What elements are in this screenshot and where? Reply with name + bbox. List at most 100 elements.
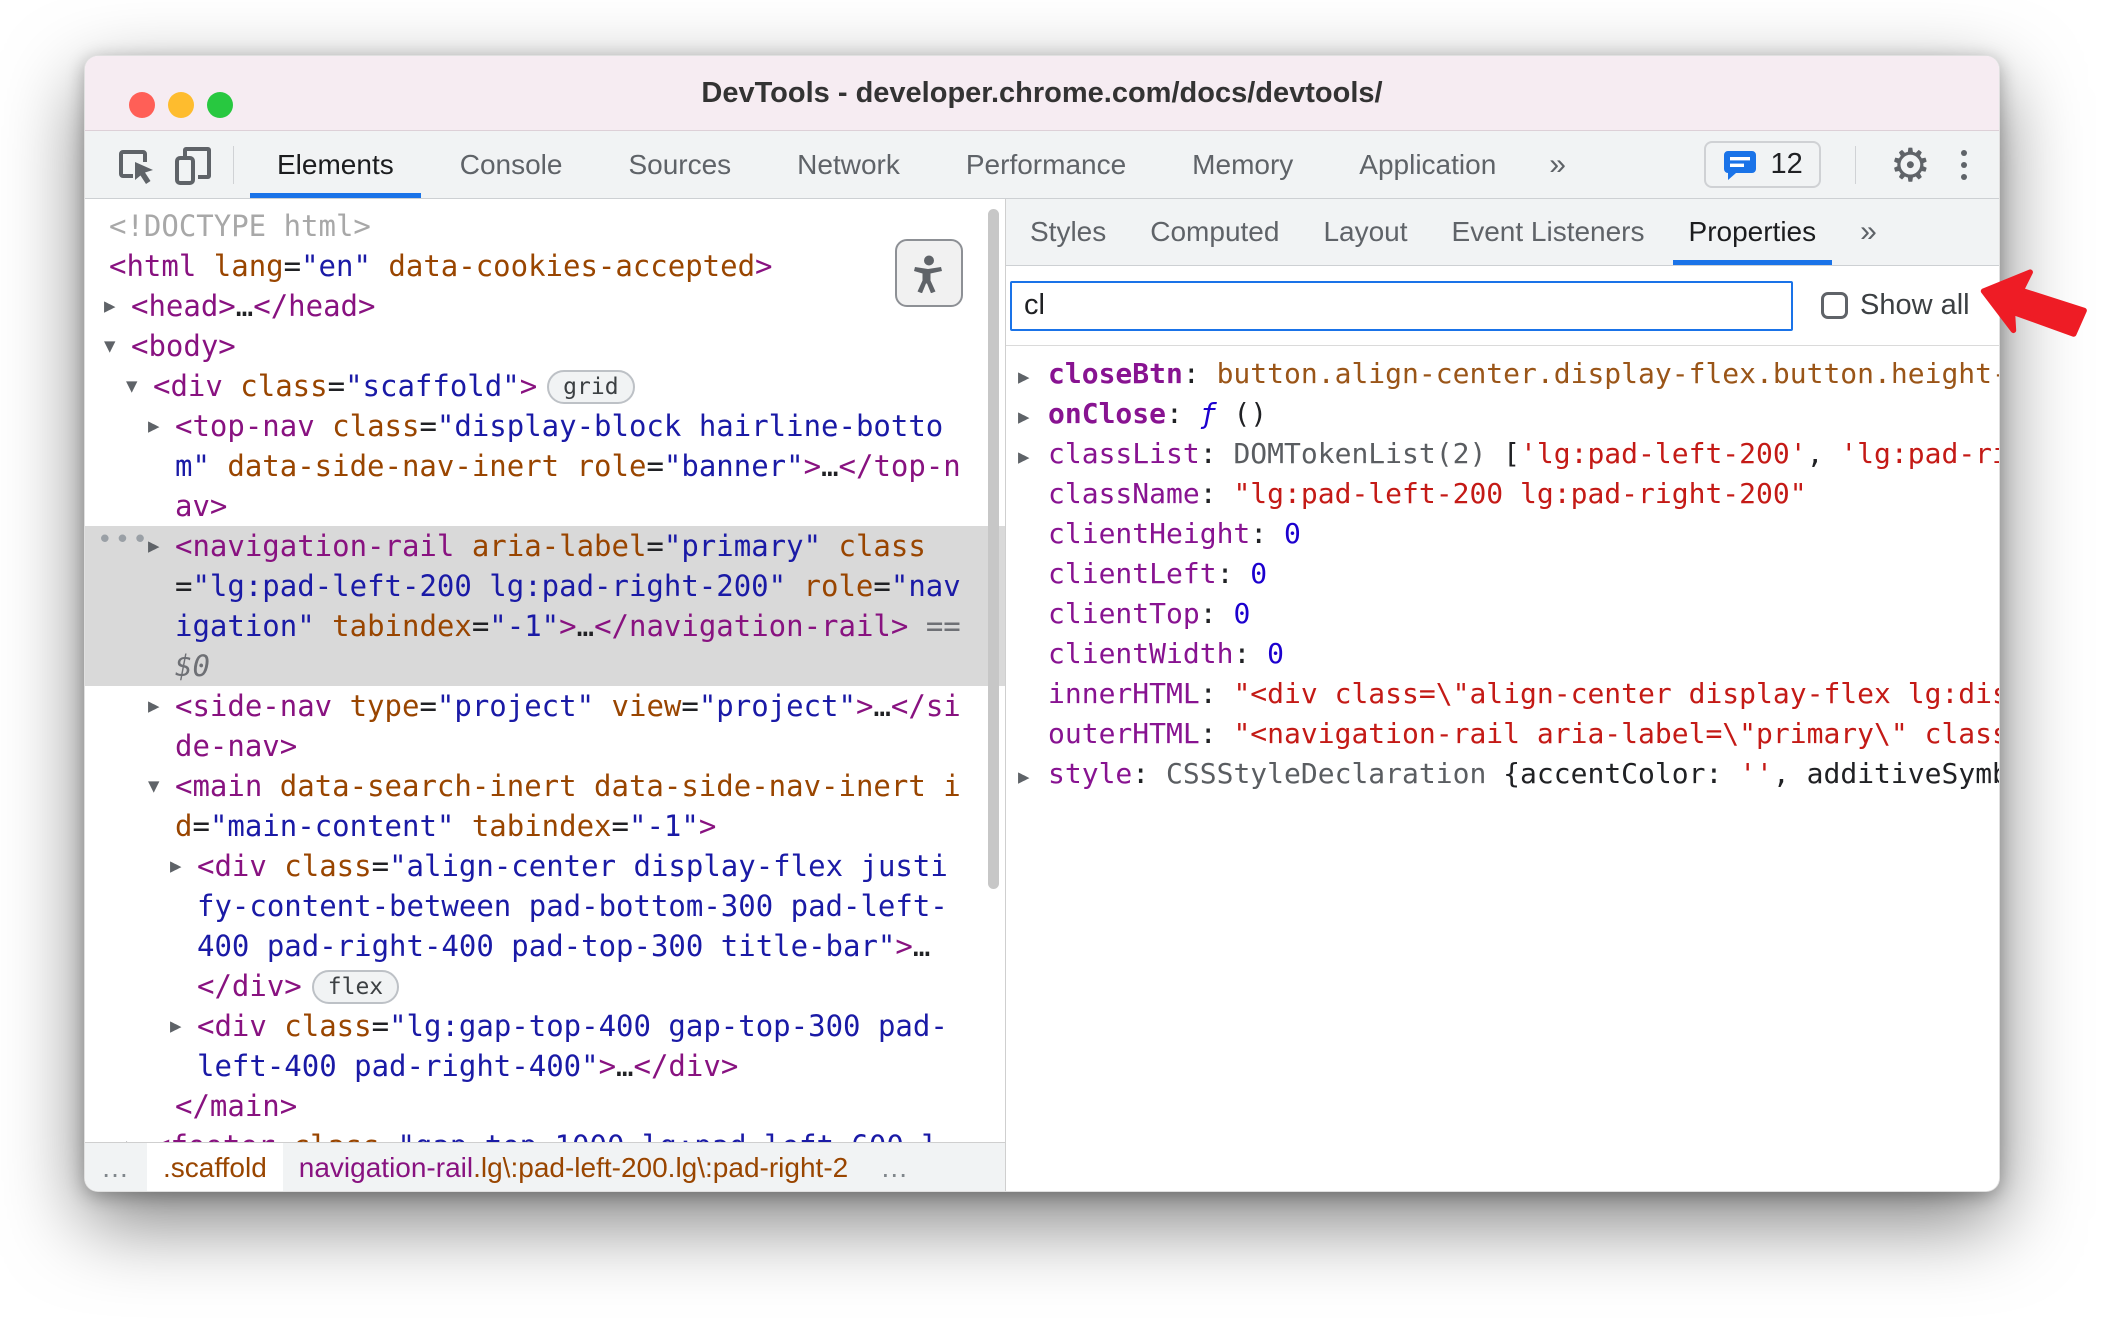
- token-val: "main-content": [209, 809, 455, 843]
- sidebar-tab-properties[interactable]: Properties: [1667, 199, 1839, 265]
- show-all-label[interactable]: Show all: [1860, 289, 1970, 322]
- dom-tree-row[interactable]: </main>: [85, 1086, 1005, 1126]
- sidebar-tab-more-chevron-icon[interactable]: »: [1838, 199, 1899, 265]
- dom-tree-row[interactable]: ▶ <head>…</head>: [85, 286, 1005, 326]
- expand-arrow-icon[interactable]: ▶: [1018, 437, 1048, 474]
- token-attr: class: [222, 369, 328, 403]
- tab-application[interactable]: Application: [1326, 131, 1529, 198]
- property-row[interactable]: ▶ closeBtn: button.align-center.display-f…: [1018, 354, 1999, 394]
- expand-arrow-icon[interactable]: ▶: [148, 406, 159, 446]
- property-row[interactable]: ▶ classList: DOMTokenList(2) ['lg:pad-lef…: [1018, 434, 1999, 474]
- expand-arrow-icon[interactable]: ▶: [126, 1126, 137, 1142]
- token-gray: <!DOCTYPE html>: [109, 209, 371, 243]
- tab-sources[interactable]: Sources: [595, 131, 764, 198]
- elements-scrollbar-thumb[interactable]: [988, 209, 999, 889]
- tab-console[interactable]: Console: [427, 131, 596, 198]
- collapse-arrow-icon[interactable]: ▼: [148, 766, 159, 806]
- expand-arrow-icon[interactable]: ▶: [1018, 357, 1048, 394]
- token-nb: closeBtn: [1048, 357, 1183, 390]
- tab-performance[interactable]: Performance: [933, 131, 1159, 198]
- token-attr: data-search-inert: [262, 769, 577, 803]
- crumb-scaffold[interactable]: .scaffold: [147, 1143, 283, 1191]
- property-row[interactable]: clientTop: 0: [1018, 594, 1999, 634]
- inspect-element-icon[interactable]: [107, 139, 165, 191]
- settings-gear-icon[interactable]: ⚙: [1890, 142, 1931, 188]
- device-toolbar-icon[interactable]: [165, 139, 223, 191]
- dom-tree-row[interactable]: ▼ <body>: [85, 326, 1005, 366]
- token-str: 'lg:pad-right-200': [1840, 437, 1999, 470]
- flex-badge[interactable]: flex: [311, 970, 400, 1004]
- token-tag: >: [803, 449, 822, 483]
- token-d: …: [873, 689, 891, 723]
- dom-tree-row[interactable]: <!DOCTYPE html>: [85, 206, 1005, 246]
- minimize-window-button[interactable]: [168, 92, 194, 118]
- property-row[interactable]: outerHTML: "<navigation-rail aria-label=…: [1018, 714, 1999, 754]
- collapse-arrow-icon[interactable]: ▼: [126, 366, 137, 406]
- property-row[interactable]: clientHeight: 0: [1018, 514, 1999, 554]
- token-attr: .scaffold: [163, 1152, 267, 1183]
- sidebar-tab-event-listeners[interactable]: Event Listeners: [1430, 199, 1667, 265]
- devtools-main-toolbar: Elements Console Sources Network Performance…: [85, 131, 1999, 199]
- dom-tree-row[interactable]: ▶ <top-nav class="display-block hairline-…: [85, 406, 1005, 526]
- dom-tree-row[interactable]: ▶ <div class="lg:gap-top-400 gap-top-300 …: [85, 1006, 1005, 1086]
- token-attr: .lg\:pad-left-200.lg\:pad-right-2: [473, 1152, 849, 1183]
- tab-memory[interactable]: Memory: [1159, 131, 1326, 198]
- token-attr: lang: [196, 249, 284, 283]
- accessibility-overlay-button[interactable]: [895, 239, 963, 307]
- properties-filter-input[interactable]: [1010, 280, 1793, 331]
- toolbar-icons: [85, 131, 244, 198]
- tab-network[interactable]: Network: [764, 131, 933, 198]
- token-tag: <side-nav: [175, 689, 333, 723]
- dom-tree-row[interactable]: ▼ <main data-search-inert data-side-nav-i…: [85, 766, 1005, 846]
- grid-badge[interactable]: grid: [547, 370, 635, 404]
- crumb-navigation-rail[interactable]: navigation-rail .lg\:pad-left-200.lg\:pad…: [283, 1143, 864, 1191]
- tab-elements[interactable]: Elements: [244, 131, 427, 198]
- close-window-button[interactable]: [129, 92, 155, 118]
- show-all-checkbox[interactable]: [1821, 292, 1848, 319]
- breadcrumb-left-ellipsis[interactable]: …: [85, 1143, 147, 1191]
- token-d: =: [175, 569, 193, 603]
- expand-arrow-icon[interactable]: ▶: [148, 686, 159, 726]
- token-n: clientHeight: [1048, 517, 1251, 550]
- more-options-kebab-icon[interactable]: [1955, 144, 1973, 186]
- dom-tree-row-selected[interactable]: ••• ▶ <navigation-rail aria-label="primary…: [85, 525, 1005, 686]
- token-attr: class: [275, 1129, 380, 1142]
- property-row[interactable]: clientLeft: 0: [1018, 554, 1999, 594]
- sidebar-tab-styles[interactable]: Styles: [1008, 199, 1128, 265]
- dom-tree-row[interactable]: <html lang="en" data-cookies-accepted>: [85, 246, 1005, 286]
- zoom-window-button[interactable]: [207, 92, 233, 118]
- property-row[interactable]: innerHTML: "<div class=\"align-center di…: [1018, 674, 1999, 714]
- property-row[interactable]: className: "lg:pad-left-200 lg:pad-right…: [1018, 474, 1999, 514]
- token-d: :: [1132, 757, 1167, 790]
- dom-tree-row[interactable]: ▶<footer class="gap-top-1000 lg:pad-left…: [85, 1126, 1005, 1142]
- token-attr: tabindex: [454, 809, 612, 843]
- token-d: :: [1182, 357, 1217, 390]
- property-row[interactable]: clientWidth: 0: [1018, 634, 1999, 674]
- titlebar: DevTools - developer.chrome.com/docs/dev…: [85, 56, 1999, 131]
- sidebar-tab-layout[interactable]: Layout: [1301, 199, 1429, 265]
- sidebar-tab-computed[interactable]: Computed: [1128, 199, 1301, 265]
- expand-arrow-icon[interactable]: ▶: [104, 286, 115, 326]
- expand-arrow-icon[interactable]: ▶: [170, 846, 181, 886]
- issues-badge-button[interactable]: 12: [1704, 141, 1821, 188]
- expand-arrow-icon[interactable]: ▶: [170, 1006, 181, 1046]
- breadcrumb-right-ellipsis[interactable]: …: [864, 1143, 926, 1191]
- token-num: 0: [1267, 637, 1285, 670]
- tree-row-more-gutter-icon[interactable]: •••: [97, 520, 150, 560]
- token-d: =: [419, 689, 437, 723]
- expand-arrow-icon[interactable]: ▶: [1018, 757, 1048, 794]
- dom-tree-row[interactable]: ▶ <side-nav type="project" view="project"…: [85, 686, 1005, 766]
- issues-count: 12: [1770, 148, 1803, 180]
- expand-arrow-icon[interactable]: ▶: [148, 526, 159, 566]
- property-row[interactable]: ▶ style: CSSStyleDeclaration {accentColor…: [1018, 754, 1999, 794]
- property-row[interactable]: ▶ onClose: ƒ (): [1018, 394, 1999, 434]
- dom-tree-row[interactable]: ▼ <div class="scaffold"> grid: [85, 366, 1005, 406]
- expand-arrow-icon[interactable]: ▶: [1018, 397, 1048, 434]
- tab-more-chevron-icon[interactable]: »: [1529, 131, 1586, 198]
- dom-tree-row[interactable]: ▶ <div class="align-center display-flex j…: [85, 846, 1005, 1006]
- collapse-arrow-icon[interactable]: ▼: [104, 326, 115, 366]
- token-tag: <div: [197, 1009, 267, 1043]
- token-tag: >: [519, 369, 538, 403]
- token-d: :: [1199, 597, 1234, 630]
- token-d: :: [1166, 397, 1200, 430]
